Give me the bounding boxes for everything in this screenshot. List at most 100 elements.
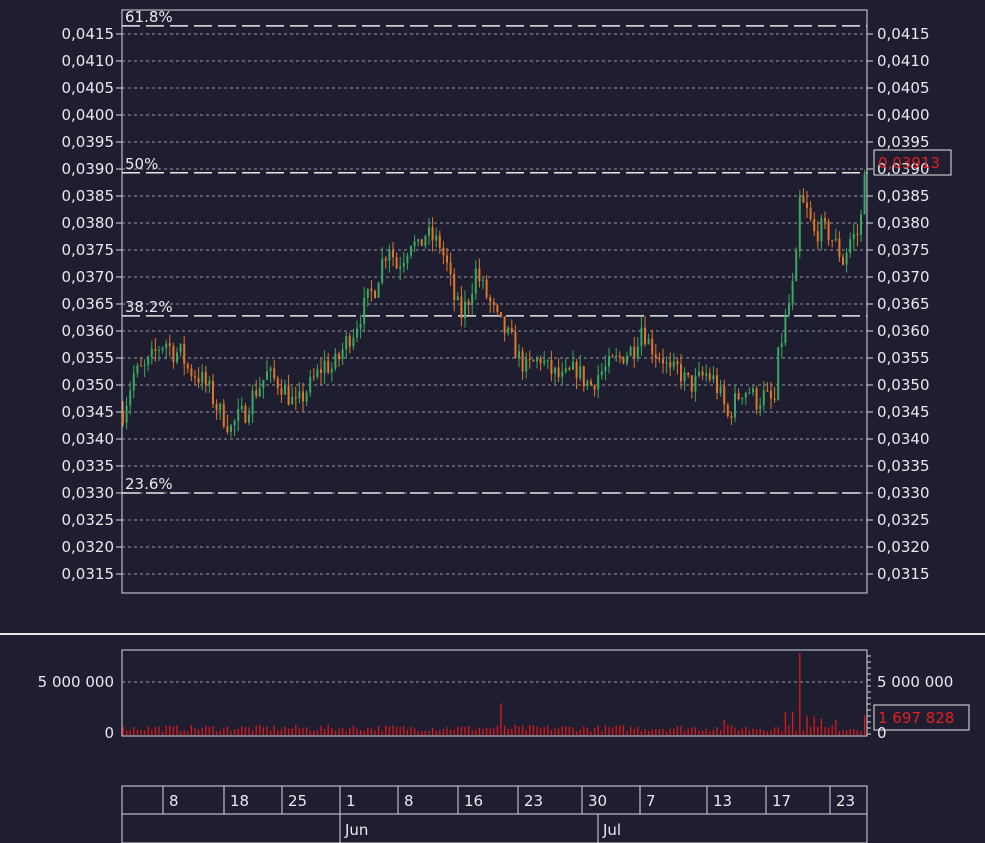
candle-body — [147, 356, 150, 365]
candle-body — [532, 360, 535, 362]
candle-body — [514, 332, 517, 359]
price-tick-label: 0,0335 — [877, 457, 930, 475]
candle-body — [611, 356, 614, 358]
day-label: 13 — [713, 792, 732, 810]
candle-body — [579, 366, 582, 378]
candle-body — [230, 425, 232, 432]
candle-body — [172, 345, 175, 363]
candle-body — [626, 355, 628, 364]
price-tick-label: 0,0375 — [877, 241, 930, 259]
fibonacci-label: 38.2% — [125, 298, 173, 316]
candle-body — [406, 255, 409, 263]
price-tick-label: 0,0395 — [62, 133, 115, 151]
candle-body — [838, 238, 841, 257]
candle-body — [161, 348, 164, 350]
candle-body — [420, 239, 423, 246]
price-tick-label: 0,0360 — [62, 322, 115, 340]
price-tick-label: 0,0365 — [62, 295, 115, 313]
candle-body — [863, 173, 866, 215]
candle-body — [726, 404, 729, 416]
day-label: 8 — [404, 792, 414, 810]
candle-body — [651, 338, 654, 355]
price-tick-label: 0,0325 — [877, 511, 930, 529]
candle-body — [849, 239, 852, 253]
candle-body — [564, 368, 567, 372]
price-tick-label: 0,0320 — [62, 538, 115, 556]
candle-body — [345, 336, 348, 350]
candle-body — [662, 359, 664, 364]
price-tick-label: 0,0400 — [877, 106, 930, 124]
candle-body — [280, 388, 283, 395]
candle-body — [370, 288, 373, 292]
candle-body — [708, 373, 711, 380]
candle-body — [489, 297, 492, 303]
candle-body — [618, 355, 621, 358]
price-tick-label: 0,0370 — [62, 268, 115, 286]
candle-body — [323, 360, 326, 373]
candle-body — [208, 380, 211, 385]
candle-body — [298, 391, 301, 399]
candle-body — [543, 360, 546, 364]
candle-body — [737, 393, 740, 400]
candle-body — [856, 233, 859, 235]
candle-body — [435, 235, 438, 241]
candle-body — [305, 392, 308, 402]
price-tick-label: 0,0380 — [62, 214, 115, 232]
candle-body — [356, 328, 358, 338]
candle-body — [615, 355, 618, 357]
candle-body — [287, 385, 290, 405]
volume-chart-panel[interactable]: 5 000 0000 5 000 0000 1 697 828 — [38, 649, 970, 742]
candle-body — [557, 367, 560, 377]
price-chart-panel[interactable]: 0,0415 0,0410 0,0405 0,0400 0,0395 0,0390 0,03… — [62, 8, 952, 594]
candle-body — [690, 375, 693, 392]
last-price-marker: 0,03913 — [873, 149, 952, 176]
candle-body — [226, 426, 229, 432]
candle-body — [518, 351, 520, 359]
price-tick-label: 0,0360 — [877, 322, 930, 340]
candle-body — [215, 403, 218, 411]
candle-body — [575, 361, 578, 378]
candle-body — [597, 374, 600, 390]
candle-body — [222, 403, 225, 427]
day-cells: 8 18 25 1 8 16 23 30 7 13 17 23 — [162, 786, 855, 814]
time-axis[interactable]: 8 18 25 1 8 16 23 30 7 13 17 23 Jun Jul — [121, 785, 868, 843]
candle-body — [852, 233, 855, 240]
candle-body — [122, 412, 124, 423]
candle-body — [424, 235, 427, 246]
candle-body — [190, 368, 193, 377]
candle-body — [132, 373, 135, 391]
candle-body — [392, 250, 394, 258]
candle-body — [183, 343, 186, 365]
candle-body — [521, 351, 524, 372]
day-label: 8 — [169, 792, 179, 810]
candle-body — [136, 365, 139, 374]
candle-body — [363, 297, 366, 324]
candle-body — [330, 368, 333, 373]
candle-body — [510, 327, 513, 333]
day-label: 1 — [346, 792, 356, 810]
candle-body — [258, 387, 261, 397]
day-label: 23 — [524, 792, 543, 810]
candle-body — [352, 337, 355, 347]
candle-body — [795, 251, 798, 282]
candle-body — [154, 348, 157, 351]
price-tick-label: 0,0340 — [62, 430, 115, 448]
candle-body — [701, 371, 704, 376]
candle-body — [467, 301, 470, 305]
candle-body — [773, 398, 776, 400]
candle-body — [705, 373, 708, 376]
candle-body — [802, 196, 805, 203]
price-tick-label: 0,0390 — [62, 160, 115, 178]
candle-body — [442, 247, 445, 256]
day-label: 25 — [288, 792, 307, 810]
candle-body — [453, 274, 456, 300]
volume-tick-label: 0 — [104, 724, 114, 742]
price-tick-label: 0,0415 — [62, 25, 115, 43]
candle-body — [640, 327, 643, 347]
candle-body — [528, 358, 531, 361]
candle-body — [478, 268, 481, 281]
candle-body — [770, 390, 772, 399]
candle-body — [417, 239, 420, 242]
candle-body — [485, 279, 488, 298]
candle-body — [658, 358, 661, 360]
